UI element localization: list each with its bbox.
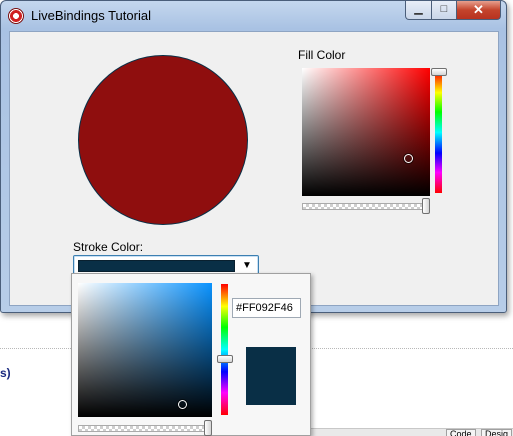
hex-color-input[interactable]: #FF092F46 [232,298,301,318]
fill-color-cursor[interactable] [404,154,413,163]
fill-hue-slider-thumb[interactable] [431,68,447,76]
background-text-fragment: s) [0,366,11,380]
stroke-color-dropdown: #FF092F46 [71,273,311,436]
stroke-color-swatch [78,260,235,272]
stroke-hue-slider[interactable] [221,284,228,415]
stroke-alpha-slider-thumb[interactable] [204,420,212,436]
chevron-down-icon[interactable]: ▼ [242,260,252,271]
form-client-area: Fill Color Stroke Color: ▼ [9,31,499,306]
title-bar[interactable]: LiveBindings Tutorial ▁ □ ✕ [1,1,506,31]
fill-alpha-slider[interactable] [302,203,430,210]
stroke-color-label: Stroke Color: [73,240,144,254]
maximize-icon: □ [440,3,448,15]
stroke-hue-slider-thumb[interactable] [217,354,233,363]
color-preview-swatch [246,347,296,405]
fill-hue-slider[interactable] [435,72,442,193]
app-logo-icon[interactable] [8,8,24,24]
fill-color-label: Fill Color [298,48,346,62]
stroke-color-cursor[interactable] [178,400,187,409]
minimize-button[interactable]: ▁ [405,1,432,20]
stroke-saturation-value-area[interactable] [78,283,212,417]
close-button[interactable]: ✕ [456,1,501,20]
fill-saturation-value-area[interactable] [302,68,430,196]
close-icon: ✕ [473,2,484,17]
app-window: LiveBindings Tutorial ▁ □ ✕ Fill Color S… [0,0,507,313]
tab-code[interactable]: Code [446,429,476,436]
fill-alpha-slider-thumb[interactable] [422,198,430,214]
minimize-icon: ▁ [414,3,423,15]
maximize-button[interactable]: □ [431,1,457,20]
window-title: LiveBindings Tutorial [31,8,151,23]
stroke-alpha-slider[interactable] [78,425,212,432]
tab-design[interactable]: Desig [481,429,513,436]
circle-shape [78,55,248,225]
